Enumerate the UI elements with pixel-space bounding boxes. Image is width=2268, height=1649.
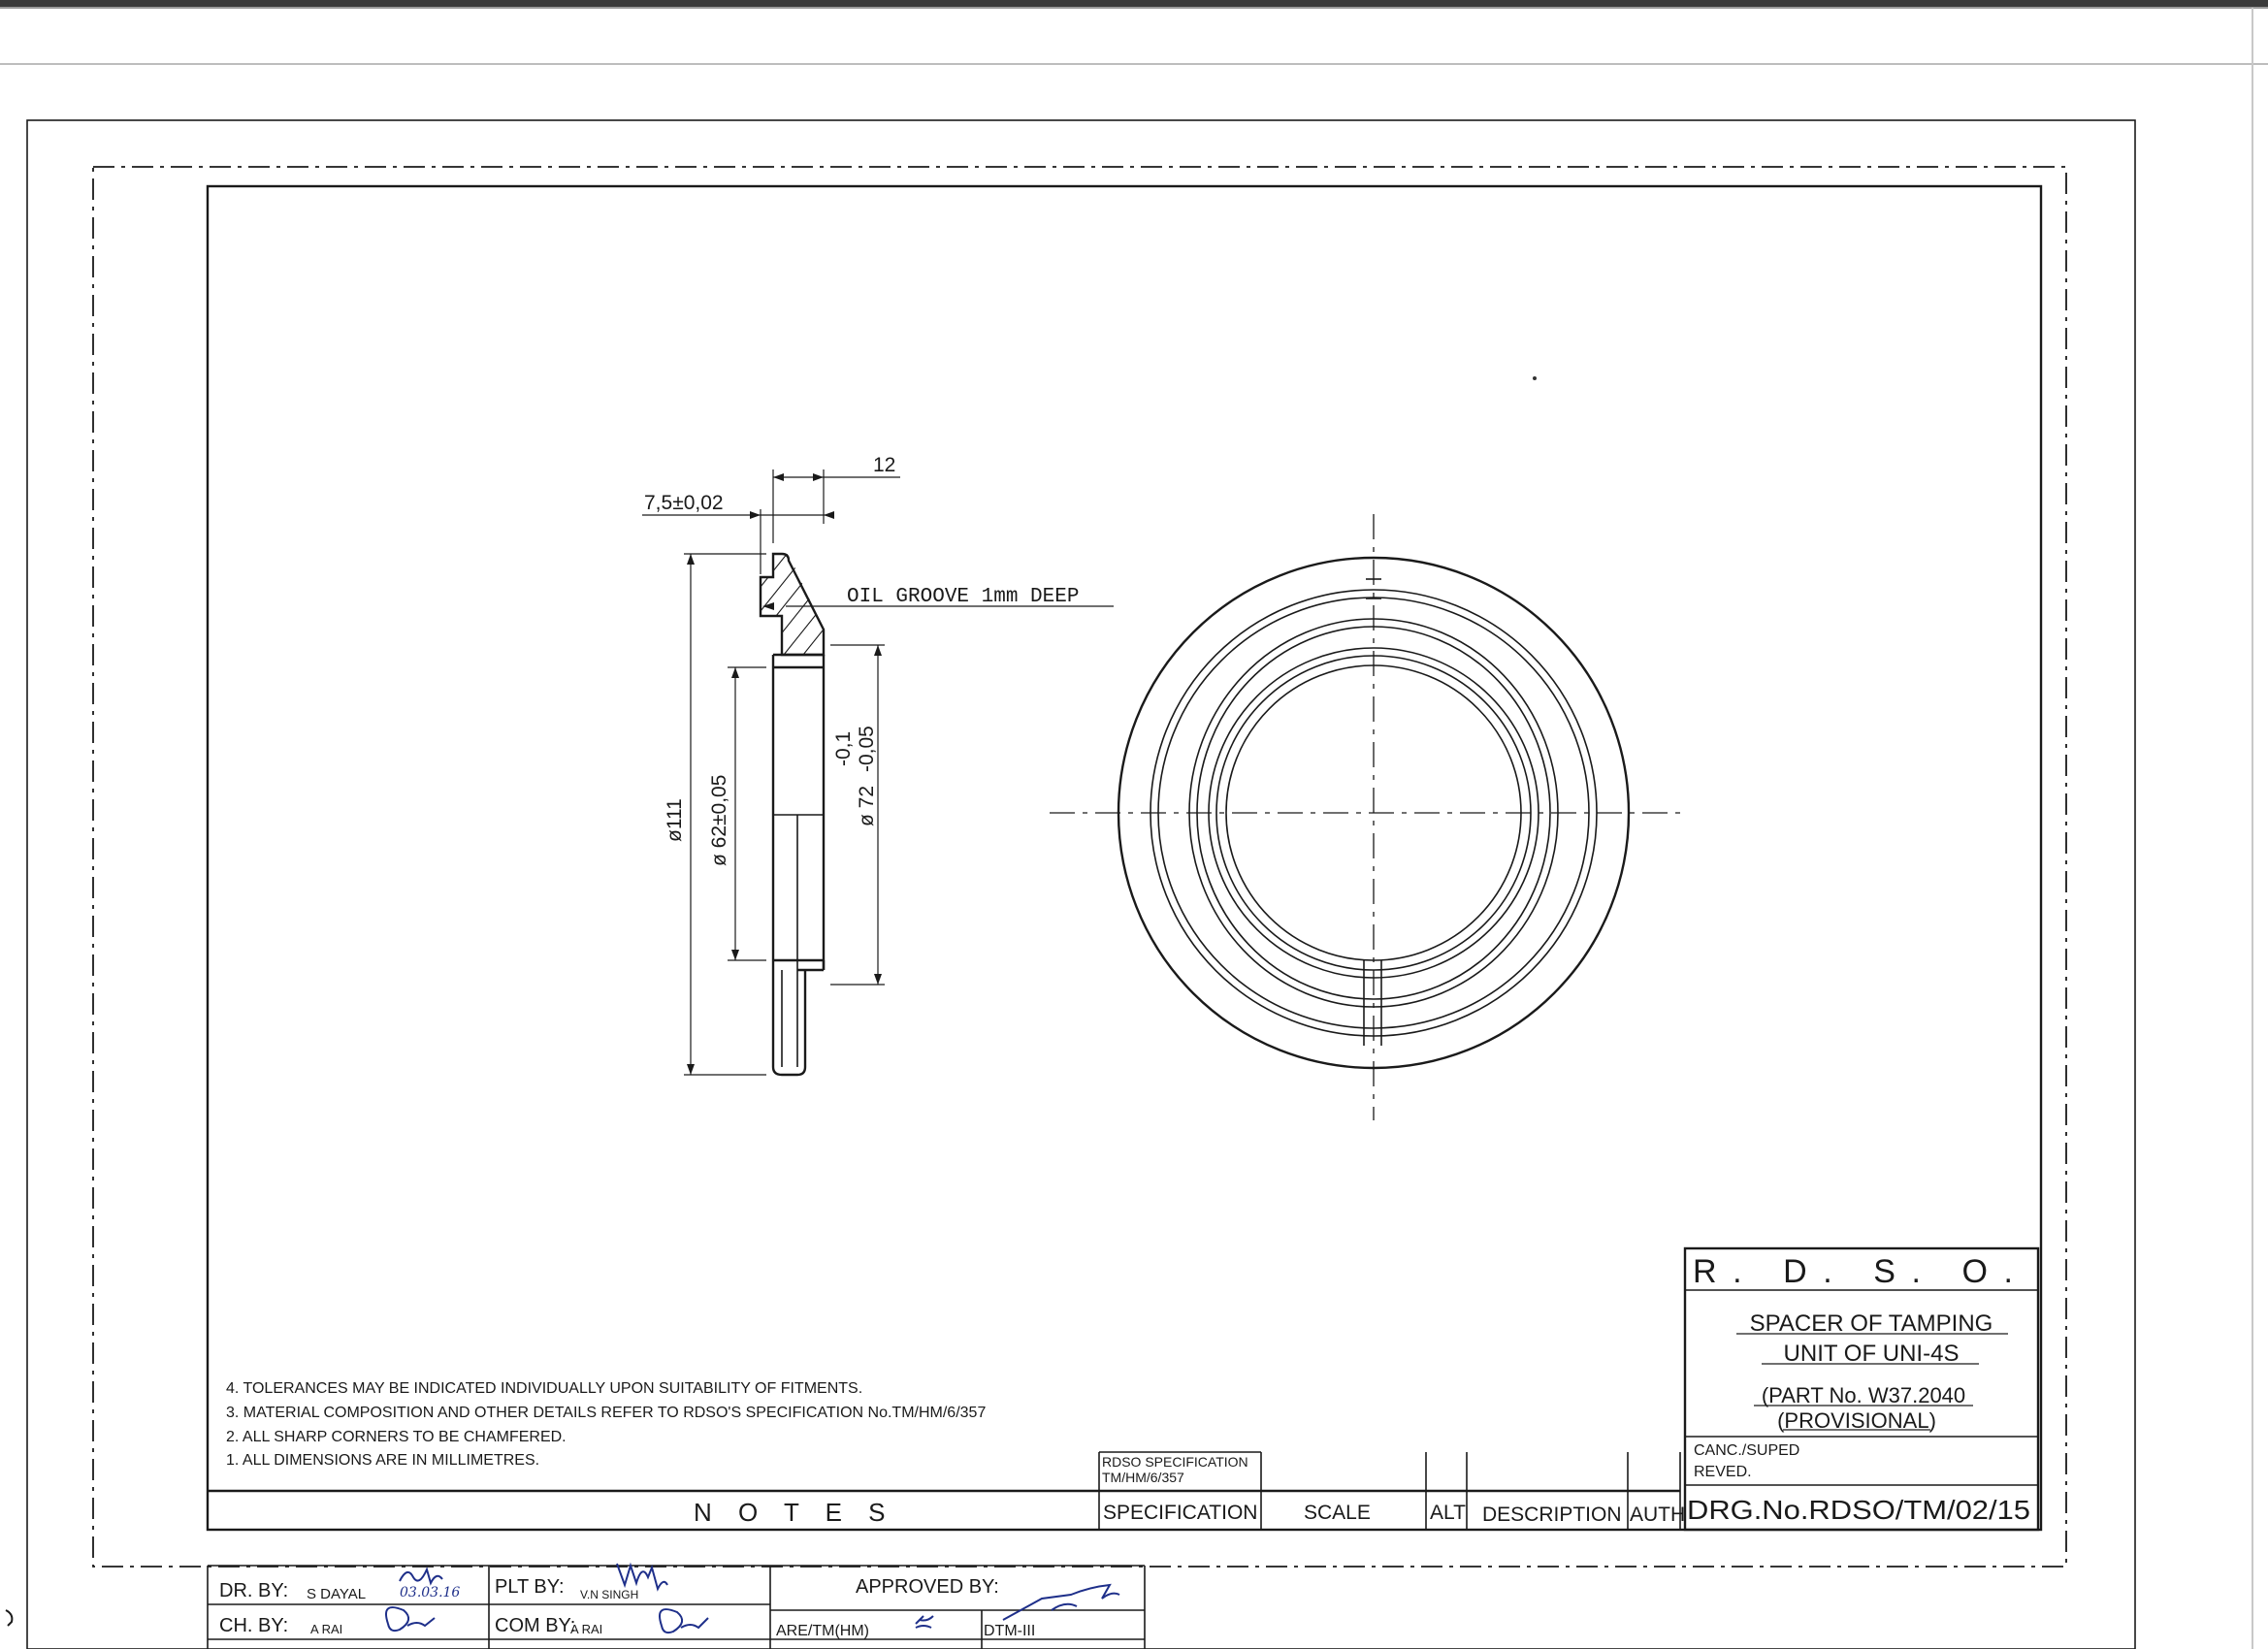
provisional-label: (PROVISIONAL) [1777,1408,1936,1433]
engineering-drawing-sheet: 12 7,5±0,02 OIL GROOVE 1mm DEEP ø111 ø 6… [0,0,2268,1649]
alt-label: ALT [1430,1502,1466,1524]
rdso-spec-line1: RDSO SPECIFICATION [1102,1454,1248,1470]
rdso-spec-line2: TM/HM/6/357 [1102,1470,1184,1485]
auth-label: AUTH [1630,1504,1685,1526]
drawing-number: DRG.No.RDSO/TM/02/15 [1687,1495,2030,1525]
com-by-label: COM BY: [495,1615,575,1636]
dim-dia-72-tol-upper: -0,1 [832,731,855,766]
dim-7-5: 7,5±0,02 [644,492,724,514]
note-4: 4. TOLERANCES MAY BE INDICATED INDIVIDUA… [226,1380,862,1397]
plt-by-name: V.N SINGH [580,1588,638,1601]
note-3: 3. MATERIAL COMPOSITION AND OTHER DETAIL… [226,1405,986,1421]
note-1: 1. ALL DIMENSIONS ARE IN MILLIMETRES. [226,1452,539,1469]
reved-label: REVED. [1694,1464,1752,1480]
notes-label: N O T E S [694,1498,895,1527]
dim-dia-72-tol-lower: -0,05 [856,726,878,772]
scale-label: SCALE [1304,1502,1371,1524]
part-number: (PART No. W37.2040 [1762,1383,1965,1407]
dim-dia-72: ø 72 [856,786,878,826]
dim-12: 12 [873,454,895,476]
notes-section: 4. TOLERANCES MAY BE INDICATED INDIVIDUA… [226,1380,986,1469]
dtm-label: DTM-III [984,1623,1035,1639]
ch-by-label: CH. BY: [219,1615,288,1636]
dim-dia-62: ø 62±0,05 [708,775,730,866]
dr-by-date: 03.03.16 [400,1585,460,1600]
ch-by-name: A RAI [310,1622,342,1636]
dim-dia-111: ø111 [664,798,686,842]
approved-by-label: APPROVED BY: [856,1576,999,1598]
description-label: DESCRIPTION [1482,1504,1622,1526]
drawing-title-line1: SPACER OF TAMPING [1750,1310,1993,1337]
are-tm-label: ARE/TM(HM) [776,1623,869,1639]
note-2: 2. ALL SHARP CORNERS TO BE CHAMFERED. [226,1429,567,1445]
org-label: R. D. S. O. [1693,1253,2030,1290]
com-by-name: A RAI [570,1622,602,1636]
drawing-title-line2: UNIT OF UNI-4S [1784,1341,1960,1367]
plt-by-label: PLT BY: [495,1576,565,1598]
oil-groove-label: OIL GROOVE 1mm DEEP [847,586,1079,608]
side-view-dimensions [642,469,1114,1076]
dr-by-name: S DAYAL [307,1586,366,1602]
front-view [1050,514,1684,1120]
specification-label: SPECIFICATION [1103,1502,1257,1524]
scan-mark [5,1609,14,1627]
canc-suped-label: CANC./SUPED [1694,1442,1799,1459]
dr-by-label: DR. BY: [219,1580,288,1601]
